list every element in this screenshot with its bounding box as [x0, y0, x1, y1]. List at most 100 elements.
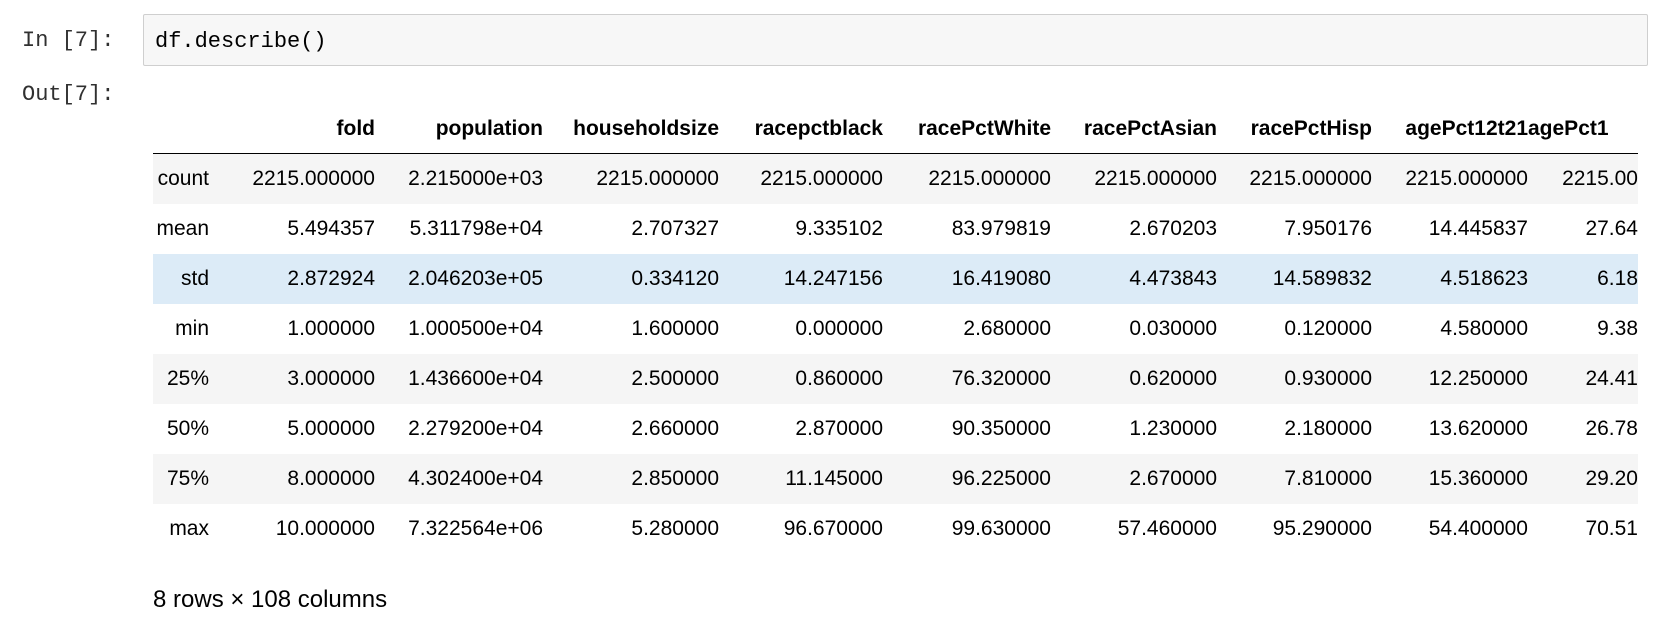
table-row: mean 5.494357 5.311798e+04 2.707327 9.335102…: [153, 203, 1638, 254]
table-cell: 0.930000: [1284, 366, 1372, 390]
table-cell: 15.360000: [1428, 466, 1528, 490]
row-index-label: min: [175, 316, 209, 340]
table-cell: 11.145000: [785, 466, 883, 490]
table-row: 25% 3.000000 1.436600e+04 2.500000 0.860000 7…: [153, 353, 1638, 404]
table-cell: 14.589832: [1272, 266, 1372, 290]
table-cell: 2.707327: [631, 216, 719, 240]
row-index-label: count: [157, 166, 209, 190]
table-cell: 5.311798e+04: [409, 216, 543, 240]
table-cell: 5.280000: [631, 516, 719, 540]
column-header: agePct12t21: [1372, 105, 1528, 154]
dataframe-output: fold population householdsize racepctbla…: [153, 105, 1638, 545]
table-cell: 2.670000: [1129, 466, 1217, 490]
table-cell: 4.580000: [1440, 316, 1528, 340]
table-cell: 2215.000000: [1249, 166, 1372, 190]
table-cell: 2.870000: [795, 416, 883, 440]
table-cell: 10.000000: [275, 516, 375, 540]
table-cell: 2215.000000: [252, 166, 375, 190]
table-cell: 9.38: [1597, 316, 1638, 340]
row-index-label: 25%: [166, 366, 209, 390]
table-cell: 90.350000: [951, 416, 1051, 440]
column-header: agePct1: [1528, 105, 1638, 154]
table-cell: 0.120000: [1284, 316, 1372, 340]
table-cell: 2.850000: [631, 466, 719, 490]
table-cell: 2215.000000: [760, 166, 883, 190]
table-cell: 7.950176: [1284, 216, 1372, 240]
table-row: 75% 8.000000 4.302400e+04 2.850000 11.145000…: [153, 453, 1638, 504]
input-prompt: In [7]:: [22, 28, 115, 53]
table-cell: 99.630000: [951, 516, 1051, 540]
table-cell: 2215.000000: [928, 166, 1051, 190]
header-row: fold population householdsize racepctbla…: [153, 105, 1638, 154]
table-cell: 4.518623: [1440, 266, 1528, 290]
table-cell: 1.230000: [1129, 416, 1217, 440]
row-index-label: mean: [156, 216, 209, 240]
table-cell: 2215.000000: [1094, 166, 1217, 190]
table-cell: 2.670203: [1129, 216, 1217, 240]
table-cell: 57.460000: [1117, 516, 1217, 540]
table-cell: 2215.00: [1562, 166, 1638, 190]
table-row: min 1.000000 1.000500e+04 1.600000 0.000000 2…: [153, 303, 1638, 354]
table-cell: 14.445837: [1428, 216, 1528, 240]
table-cell: 1.000500e+04: [408, 316, 543, 340]
table-cell: 2.872924: [287, 266, 375, 290]
table-cell: 0.620000: [1129, 366, 1217, 390]
table-cell: 26.78: [1585, 416, 1638, 440]
row-index-label: 75%: [166, 466, 209, 490]
table-cell: 29.20: [1585, 466, 1638, 490]
table-cell: 96.670000: [783, 516, 883, 540]
table-cell: 2.180000: [1284, 416, 1372, 440]
table-cell: 95.290000: [1272, 516, 1372, 540]
table-row: 50% 5.000000 2.279200e+04 2.660000 2.870000 9…: [153, 403, 1638, 454]
row-index-label: max: [169, 516, 209, 540]
table-cell: 6.18: [1597, 266, 1638, 290]
table-cell: 2.500000: [631, 366, 719, 390]
table-cell: 4.473843: [1129, 266, 1217, 290]
table-cell: 2215.000000: [596, 166, 719, 190]
output-prompt: Out[7]:: [22, 82, 115, 107]
table-cell: 2.279200e+04: [408, 416, 543, 440]
shape-note: 8 rows × 108 columns: [153, 586, 388, 613]
table-cell: 1.600000: [631, 316, 719, 340]
table-cell: 9.335102: [795, 216, 883, 240]
table-cell: 8.000000: [287, 466, 375, 490]
column-header: population: [375, 105, 543, 154]
row-index-label: std: [180, 266, 209, 290]
column-header: householdsize: [543, 105, 719, 154]
table-cell: 0.030000: [1129, 316, 1217, 340]
table-cell: 12.250000: [1428, 366, 1528, 390]
index-header: [153, 105, 221, 154]
column-header: racePctHisp: [1217, 105, 1372, 154]
table-row: count 2215.000000 2.215000e+03 2215.000000 2…: [153, 153, 1638, 204]
code-text[interactable]: df.describe(): [155, 29, 327, 54]
table-row: max 10.000000 7.322564e+06 5.280000 96.67000…: [153, 503, 1638, 545]
table-cell: 7.322564e+06: [408, 516, 543, 540]
table-cell: 1.436600e+04: [408, 366, 543, 390]
table-cell: 96.225000: [951, 466, 1051, 490]
table-cell: 5.494357: [287, 216, 375, 240]
describe-table: fold population householdsize racepctbla…: [153, 105, 1638, 545]
table-cell: 1.000000: [287, 316, 375, 340]
row-index-label: 50%: [166, 416, 209, 440]
table-cell: 0.860000: [795, 366, 883, 390]
table-cell: 3.000000: [287, 366, 375, 390]
table-cell: 16.419080: [951, 266, 1051, 290]
column-header: racePctAsian: [1051, 105, 1217, 154]
table-cell: 0.334120: [631, 266, 719, 290]
table-body: count 2215.000000 2.215000e+03 2215.000000 2…: [153, 153, 1638, 545]
table-cell: 13.620000: [1428, 416, 1528, 440]
table-cell: 27.64: [1585, 216, 1638, 240]
table-cell: 5.000000: [287, 416, 375, 440]
table-cell: 70.51: [1585, 516, 1638, 540]
code-input-area[interactable]: df.describe(): [143, 14, 1648, 66]
table-cell: 2.680000: [963, 316, 1051, 340]
table-cell: 7.810000: [1284, 466, 1372, 490]
column-header: fold: [221, 105, 375, 154]
column-header: racepctblack: [719, 105, 883, 154]
table-cell: 0.000000: [795, 316, 883, 340]
table-cell: 2.215000e+03: [408, 166, 543, 190]
table-cell: 83.979819: [951, 216, 1051, 240]
table-cell: 4.302400e+04: [408, 466, 543, 490]
table-row: std 2.872924 2.046203e+05 0.334120 14.247156…: [153, 253, 1638, 304]
table-cell: 76.320000: [951, 366, 1051, 390]
